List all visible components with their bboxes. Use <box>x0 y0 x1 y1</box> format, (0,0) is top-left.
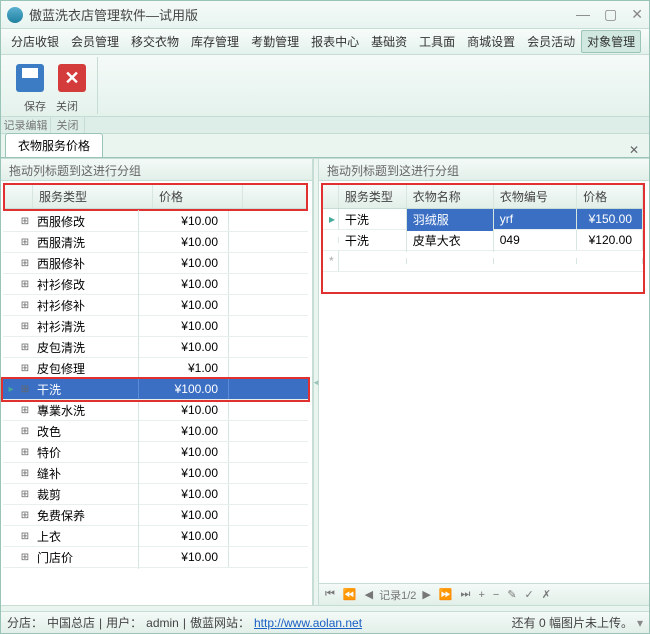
nav-delete[interactable]: − <box>491 589 501 601</box>
status-url-link[interactable]: http://www.aolan.net <box>254 616 362 630</box>
nav-check[interactable]: ✓ <box>523 588 536 601</box>
left-grid[interactable]: 服务类型 价格 ⊞西服修改¥10.00⊞西服清洗¥10.00⊞西服修补¥10.0… <box>1 181 312 605</box>
table-row[interactable]: ⊞皮包修理¥1.00 <box>3 358 308 379</box>
menu-item[interactable]: 会员管理 <box>65 30 125 53</box>
col-service-type-r[interactable]: 服务类型 <box>339 185 407 208</box>
close-label: 关闭 <box>56 98 78 114</box>
menu-item[interactable]: 商城设置 <box>461 30 521 53</box>
titlebar: 傲蓝洗衣店管理软件—试用版 — ▢ ✕ <box>1 1 649 29</box>
close-icon: ✕ <box>58 64 86 92</box>
menu-item[interactable]: 考勤管理 <box>245 30 305 53</box>
tab-strip: 衣物服务价格 ✕ <box>1 134 649 158</box>
right-group-hint: 拖动列标题到这进行分组 <box>319 159 649 181</box>
table-row[interactable]: ⊞衬衫修改¥10.00 <box>3 274 308 295</box>
table-row[interactable]: ⊞專業水洗¥10.00 <box>3 400 308 421</box>
app-window: 傲蓝洗衣店管理软件—试用版 — ▢ ✕ 分店收银会员管理移交衣物库存管理考勤管理… <box>0 0 650 634</box>
minimize-button[interactable]: — <box>576 6 590 23</box>
table-row[interactable]: ⊞衬衫修补¥10.00 <box>3 295 308 316</box>
right-grid[interactable]: 服务类型 衣物名称 衣物编号 价格 ▸干洗羽绒服yrf¥150.00干洗皮草大衣… <box>319 181 649 583</box>
new-row[interactable]: * <box>323 251 643 272</box>
tab-service-price[interactable]: 衣物服务价格 <box>5 133 103 157</box>
table-row[interactable]: 干洗皮草大衣049¥120.00 <box>323 230 643 251</box>
menu-item[interactable]: 对象管理 <box>581 30 641 53</box>
col-price[interactable]: 价格 <box>153 185 243 208</box>
col-item-name[interactable]: 衣物名称 <box>407 185 494 208</box>
menu-item[interactable]: 工具面 <box>413 30 461 53</box>
status-user: admin <box>146 616 179 630</box>
app-logo-icon <box>7 7 23 23</box>
col-price-r[interactable]: 价格 <box>577 185 643 208</box>
content-area: 拖动列标题到这进行分组 服务类型 价格 ⊞西服修改¥10.00⊞西服清洗¥10.… <box>1 158 649 605</box>
nav-cancel[interactable]: ✗ <box>540 588 553 601</box>
maximize-button[interactable]: ▢ <box>604 6 617 23</box>
status-user-label: 用户： <box>106 614 142 631</box>
menu-item[interactable]: 移交衣物 <box>125 30 185 53</box>
nav-edit[interactable]: ✎ <box>505 588 518 601</box>
table-row[interactable]: ⊞西服修补¥10.00 <box>3 253 308 274</box>
record-navigator: ⏮ ⏪ ◀ 记录1/2 ▶ ⏩ ⏭ + − ✎ ✓ ✗ <box>319 583 649 605</box>
save-icon <box>16 64 44 92</box>
record-position: 记录1/2 <box>379 587 416 603</box>
table-row[interactable]: ⊞西服修改¥10.00 <box>3 211 308 232</box>
menu-item[interactable]: 库存管理 <box>185 30 245 53</box>
window-title: 傲蓝洗衣店管理软件—试用版 <box>29 5 576 24</box>
save-label: 保存 <box>24 98 46 114</box>
col-service-type[interactable]: 服务类型 <box>33 185 153 208</box>
table-row[interactable]: ⊞裁剪¥10.00 <box>3 484 308 505</box>
right-grid-header: 服务类型 衣物名称 衣物编号 价格 <box>323 185 643 209</box>
right-pane: 拖动列标题到这进行分组 服务类型 衣物名称 衣物编号 价格 ▸干洗羽绒服yrf¥… <box>319 159 649 605</box>
table-row[interactable]: ⊞上衣¥10.00 <box>3 526 308 547</box>
save-button[interactable] <box>11 59 49 97</box>
left-grid-header: 服务类型 价格 <box>5 185 306 209</box>
table-row[interactable]: ⊞免费保养¥10.00 <box>3 505 308 526</box>
table-row[interactable]: ⊞改色¥10.00 <box>3 421 308 442</box>
table-row[interactable]: ⊞西服清洗¥10.00 <box>3 232 308 253</box>
menu-item[interactable]: 基础资 <box>365 30 413 53</box>
nav-next[interactable]: ▶ <box>420 588 432 601</box>
close-button[interactable]: ✕ <box>53 59 91 97</box>
nav-prev-page[interactable]: ⏪ <box>341 588 359 601</box>
nav-last[interactable]: ⏭ <box>459 588 473 601</box>
statusbar: 分店： 中国总店 | 用户： admin | 傲蓝网站： http://www.… <box>1 611 649 633</box>
table-row[interactable]: ⊞皮包清洗¥10.00 <box>3 337 308 358</box>
menu-item[interactable]: 会员活动 <box>521 30 581 53</box>
table-row[interactable]: ▸干洗羽绒服yrf¥150.00 <box>323 209 643 230</box>
nav-prev[interactable]: ◀ <box>363 588 375 601</box>
status-upload: 还有 0 幅图片未上传。 <box>512 614 633 631</box>
nav-next-page[interactable]: ⏩ <box>437 588 455 601</box>
col-item-code[interactable]: 衣物编号 <box>494 185 577 208</box>
menubar: 分店收银会员管理移交衣物库存管理考勤管理报表中心基础资工具面商城设置会员活动对象… <box>1 29 649 55</box>
table-row[interactable]: ⊞门店价¥10.00 <box>3 547 308 568</box>
left-pane: 拖动列标题到这进行分组 服务类型 价格 ⊞西服修改¥10.00⊞西服清洗¥10.… <box>1 159 313 605</box>
toolbar-group-record: ✕ 保存 关闭 <box>5 57 98 114</box>
status-branch: 中国总店 <box>47 614 95 631</box>
nav-first[interactable]: ⏮ <box>323 588 337 601</box>
tab-close-button[interactable]: ✕ <box>623 143 645 157</box>
table-row[interactable]: ▸⊞干洗¥100.00 <box>3 379 308 400</box>
close-window-button[interactable]: ✕ <box>631 6 643 23</box>
window-controls: — ▢ ✕ <box>576 6 643 23</box>
group-label-record: 记录编辑 <box>1 117 51 133</box>
menu-item[interactable]: 报表中心 <box>305 30 365 53</box>
left-group-hint: 拖动列标题到这进行分组 <box>1 159 312 181</box>
status-site-label: 傲蓝网站： <box>190 614 250 631</box>
status-branch-label: 分店： <box>7 614 43 631</box>
table-row[interactable]: ⊞缝补¥10.00 <box>3 463 308 484</box>
menu-item[interactable]: 分店收银 <box>5 30 65 53</box>
ribbon-toolbar: ✕ 保存 关闭 <box>1 55 649 117</box>
table-row[interactable]: ⊞特价¥10.00 <box>3 442 308 463</box>
group-label-close: 关闭 <box>51 117 85 133</box>
table-row[interactable]: ⊞衬衫清洗¥10.00 <box>3 316 308 337</box>
nav-add[interactable]: + <box>476 589 486 601</box>
